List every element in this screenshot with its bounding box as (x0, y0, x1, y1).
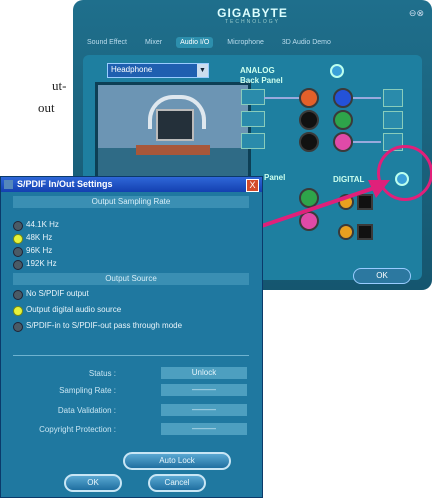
ok-button[interactable]: OK (353, 268, 411, 284)
sampling-rate-label: Sampling Rate : (59, 386, 116, 395)
tab-3d-audio-demo[interactable]: 3D Audio Demo (278, 37, 335, 48)
auto-lock-button[interactable]: Auto Lock (123, 452, 231, 470)
dialog-ok-button[interactable]: OK (64, 474, 122, 492)
device-select[interactable]: Headphone ▼ (107, 63, 209, 78)
radio-button[interactable] (13, 260, 23, 270)
connector-line-3 (353, 141, 381, 143)
connector-line-2 (353, 97, 381, 99)
window-controls[interactable]: ⊖⊗ (409, 8, 424, 19)
desk-icon (136, 145, 210, 155)
output-sampling-rate-header: Output Sampling Rate (13, 196, 249, 208)
back-panel-grid-3 (241, 133, 265, 149)
tab-sound-effect[interactable]: Sound Effect (83, 37, 131, 48)
status-label: Status : (88, 369, 116, 378)
line-in-icon (383, 89, 403, 107)
tab-microphone[interactable]: Microphone (223, 37, 268, 48)
dialog-title: S/PDIF In/Out Settings (17, 179, 113, 189)
radio-button[interactable] (13, 221, 23, 231)
app-icon (4, 180, 13, 189)
jack-pink[interactable] (333, 132, 353, 152)
chevron-down-icon[interactable]: ▼ (197, 64, 208, 77)
device-select-value: Headphone (111, 65, 153, 74)
dialog-cancel-button[interactable]: Cancel (148, 474, 206, 492)
copyright-protection-label: Copyright Protection : (39, 425, 116, 434)
back-panel-grid-1 (241, 89, 265, 105)
jack-orange[interactable] (299, 88, 319, 108)
radio-button-selected[interactable] (13, 234, 23, 244)
analog-settings-icon[interactable] (330, 64, 344, 78)
monitor-icon (156, 109, 194, 141)
speaker-icon (383, 111, 403, 129)
background-text-line1: ut- (52, 78, 67, 93)
jack-blue[interactable] (333, 88, 353, 108)
data-validation-label: Data Validation : (57, 406, 116, 415)
jack-black-2[interactable] (299, 132, 319, 152)
connector-line-1 (264, 97, 300, 99)
brand-logo: GIGABYTE (217, 6, 288, 20)
copyright-protection-value: ——— (161, 423, 247, 435)
tab-mixer[interactable]: Mixer (141, 37, 166, 48)
analog-label: ANALOG (240, 66, 275, 75)
radio-button[interactable] (13, 290, 23, 300)
data-validation-value: ——— (161, 404, 247, 416)
jack-black-1[interactable] (299, 110, 319, 130)
status-value: Unlock (161, 367, 247, 379)
output-source-header: Output Source (13, 273, 249, 285)
tab-audio-io[interactable]: Audio I/O (176, 36, 214, 48)
dialog-titlebar[interactable]: S/PDIF In/Out Settings X (1, 177, 262, 192)
spdif-settings-dialog: S/PDIF In/Out Settings X Output Sampling… (0, 176, 263, 498)
radio-button[interactable] (13, 322, 23, 332)
brand-subtitle: TECHNOLOGY (224, 19, 280, 25)
background-text-line2: out (38, 100, 55, 115)
sampling-rate-value: ——— (161, 384, 247, 396)
close-button[interactable]: X (246, 179, 259, 192)
jack-green[interactable] (333, 110, 353, 130)
back-panel-grid-2 (241, 111, 265, 127)
tab-bar: Sound Effect Mixer Audio I/O Microphone … (83, 33, 422, 51)
radio-button-selected[interactable] (13, 306, 23, 316)
back-panel-label: Back Panel (240, 76, 283, 85)
radio-button[interactable] (13, 247, 23, 257)
section-divider (13, 355, 249, 356)
